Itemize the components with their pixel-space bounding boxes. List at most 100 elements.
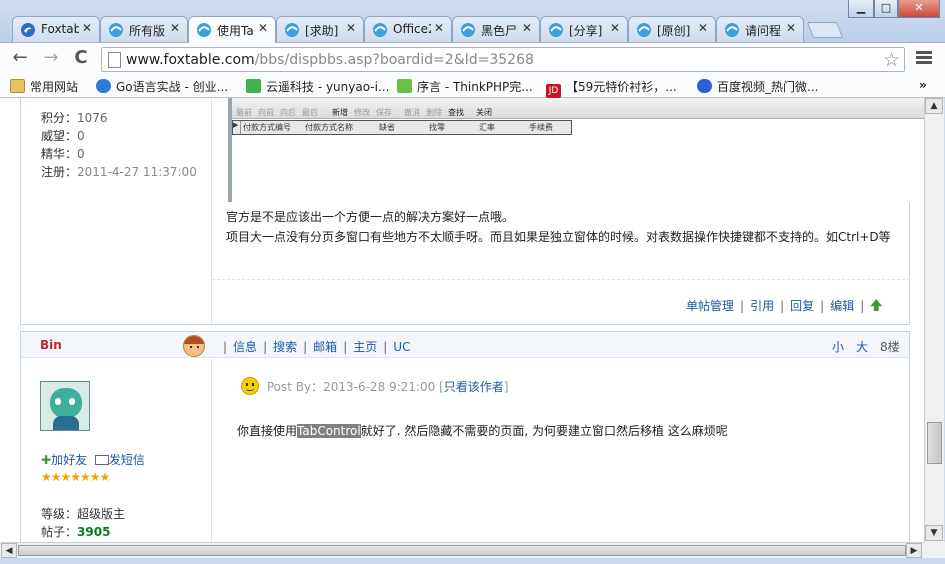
info-link[interactable]: 信息 (233, 340, 257, 354)
scroll-left-button[interactable]: ◀ (1, 543, 17, 558)
post-body-line: 官方是不是应该出一个方便一点的解决方案好一点哦。 (226, 210, 515, 224)
scroll-thumb[interactable] (927, 422, 942, 464)
address-bar[interactable]: www.foxtable.com/bbs/dispbbs.asp?boardid… (101, 47, 905, 72)
tab-share[interactable]: [分享] ✕ (540, 16, 628, 42)
tab-foxtable[interactable]: Foxtab ✕ (12, 16, 100, 42)
bookmark-jd[interactable]: JD 【59元特价衬衫，... (546, 78, 677, 98)
screenshot-btn-find: 查找 (448, 108, 464, 117)
screenshot-btn-save: 保存 (376, 108, 392, 117)
plus-icon: ✚ (41, 453, 52, 467)
user-links: | 信息 | 搜索 | 邮箱 | 主页 | UC (223, 340, 411, 354)
close-icon[interactable]: ✕ (610, 21, 620, 35)
tab-all-boards[interactable]: 所有版 ✕ (100, 16, 188, 42)
user-face-icon (183, 335, 205, 357)
up-arrow-icon[interactable] (870, 299, 883, 311)
tab-title: 所有版 (129, 24, 166, 38)
scrollbar-corner (924, 542, 945, 558)
horizontal-scrollbar[interactable]: ◀ ▶ (0, 542, 924, 558)
close-icon[interactable]: ✕ (698, 21, 708, 35)
user-post-count: 帖子：3905 (41, 525, 111, 539)
edit-link[interactable]: 编辑 (830, 299, 854, 313)
close-icon[interactable]: ✕ (82, 21, 92, 35)
cloud-icon (246, 79, 261, 93)
scroll-down-button[interactable]: ▼ (925, 525, 943, 541)
view-author-only-link[interactable]: 只看该作者 (444, 380, 504, 394)
font-large-link[interactable]: 大 (856, 338, 868, 355)
screenshot-btn-last: 最后 (302, 108, 318, 117)
reload-button[interactable]: C (70, 48, 92, 70)
post-floor-8: Bin | 信息 | 搜索 | 邮箱 | 主页 | UC 小 大 8楼 ✚加好友 发短信 (20, 331, 910, 542)
page-icon (460, 22, 476, 38)
close-icon[interactable]: ✕ (170, 21, 180, 35)
close-icon[interactable]: ✕ (522, 21, 532, 35)
maximize-button[interactable]: □ (874, 0, 898, 18)
minimize-button[interactable]: ▁ (848, 0, 874, 18)
add-friend-link[interactable]: 加好友 (51, 453, 87, 467)
folder-icon (10, 79, 25, 93)
tab-office[interactable]: Office2 ✕ (364, 16, 452, 42)
post-body-text: 就好了. 然后隐藏不需要的页面, 为何要建立窗口然后移植 这么麻烦呢 (360, 424, 728, 438)
post-by-label: Post By： (266, 380, 324, 394)
screenshot-grid-header: ▶ 付款方式编号 付款方式名称 缺省 找零 汇率 手续费 (232, 120, 572, 135)
email-link[interactable]: 邮箱 (313, 340, 337, 354)
screenshot-btn-next: 向后 (280, 108, 296, 117)
page-icon (372, 22, 388, 38)
quote-link[interactable]: 引用 (750, 299, 774, 313)
uc-link[interactable]: UC (393, 340, 410, 354)
close-icon[interactable]: ✕ (258, 21, 268, 35)
bookmark-thinkphp[interactable]: 序言 - ThinkPHP完... (397, 78, 533, 95)
tab-current-thread[interactable]: 使用Ta ✕ (188, 16, 276, 43)
floor-number: 8楼 (880, 340, 900, 354)
tab-title: [分享] (569, 24, 603, 38)
screenshot-btn-undo: 撤消 (404, 108, 420, 117)
foxtable-favicon-icon (20, 22, 36, 38)
homepage-link[interactable]: 主页 (353, 340, 377, 354)
font-small-link[interactable]: 小 (832, 338, 844, 355)
screenshot-btn-add: 新增 (332, 108, 348, 117)
reply-link[interactable]: 回复 (790, 299, 814, 313)
stat-essence: 精华：0 (41, 147, 85, 161)
contact-actions: ✚加好友 发短信 (41, 451, 145, 468)
url-text: www.foxtable.com/bbs/dispbbs.asp?boardid… (126, 52, 534, 68)
avatar[interactable] (40, 381, 90, 431)
bookmarks-overflow-button[interactable]: » (919, 78, 927, 92)
page-viewport: 积分：1076 威望：0 精华：0 注册：2011-4-27 11:37:00 … (0, 98, 924, 542)
close-icon[interactable]: ✕ (786, 21, 796, 35)
post-author-name[interactable]: Bin (40, 338, 62, 352)
new-tab-button[interactable] (806, 22, 844, 38)
scroll-right-button[interactable]: ▶ (906, 543, 922, 558)
tab-help[interactable]: [求助] ✕ (276, 16, 364, 42)
screenshot-btn-close: 关闭 (476, 108, 492, 117)
tab-black[interactable]: 黑色尸 ✕ (452, 16, 540, 42)
bookmark-baidu[interactable]: 百度视频_热门微... (697, 78, 818, 95)
foxtable-favicon-icon (108, 22, 124, 38)
browser-toolbar: ← → C www.foxtable.com/bbs/dispbbs.asp?b… (0, 42, 945, 74)
leaf-icon (397, 79, 412, 93)
foxtable-favicon-icon (724, 22, 740, 38)
bookmark-go[interactable]: Go语言实战 - 创业... (96, 78, 228, 95)
page-icon (108, 52, 121, 68)
scroll-thumb[interactable] (18, 545, 906, 556)
close-icon[interactable]: ✕ (434, 21, 444, 35)
vertical-scrollbar[interactable]: ▲ ▼ (924, 98, 944, 542)
close-window-button[interactable]: ✕ (898, 0, 940, 18)
forward-button[interactable]: → (40, 48, 62, 70)
search-link[interactable]: 搜索 (273, 340, 297, 354)
menu-icon[interactable] (916, 51, 932, 66)
bookmark-common-sites[interactable]: 常用网站 (10, 78, 78, 95)
tab-title: [原创] (657, 24, 691, 38)
page-icon (636, 22, 652, 38)
back-button[interactable]: ← (9, 48, 31, 70)
star-icon[interactable]: ☆ (883, 49, 900, 71)
tab-question[interactable]: 请问程 ✕ (716, 16, 804, 42)
bookmark-yunyao[interactable]: 云遥科技 - yunyao-i... (246, 78, 389, 95)
manage-post-link[interactable]: 单帖管理 (686, 299, 734, 313)
envelope-icon (94, 455, 109, 465)
send-message-link[interactable]: 发短信 (109, 453, 145, 467)
tab-title: 黑色尸 (481, 24, 518, 38)
close-icon[interactable]: ✕ (346, 21, 356, 35)
scroll-up-button[interactable]: ▲ (925, 98, 943, 114)
tab-original[interactable]: [原创] ✕ (628, 16, 716, 42)
url-path: /bbs/dispbbs.asp?boardid=2&Id=35268 (254, 52, 534, 68)
author-sidebar: ✚加好友 发短信 ★★★★★★★ 等级：超级版主 帖子：3905 (21, 359, 212, 542)
